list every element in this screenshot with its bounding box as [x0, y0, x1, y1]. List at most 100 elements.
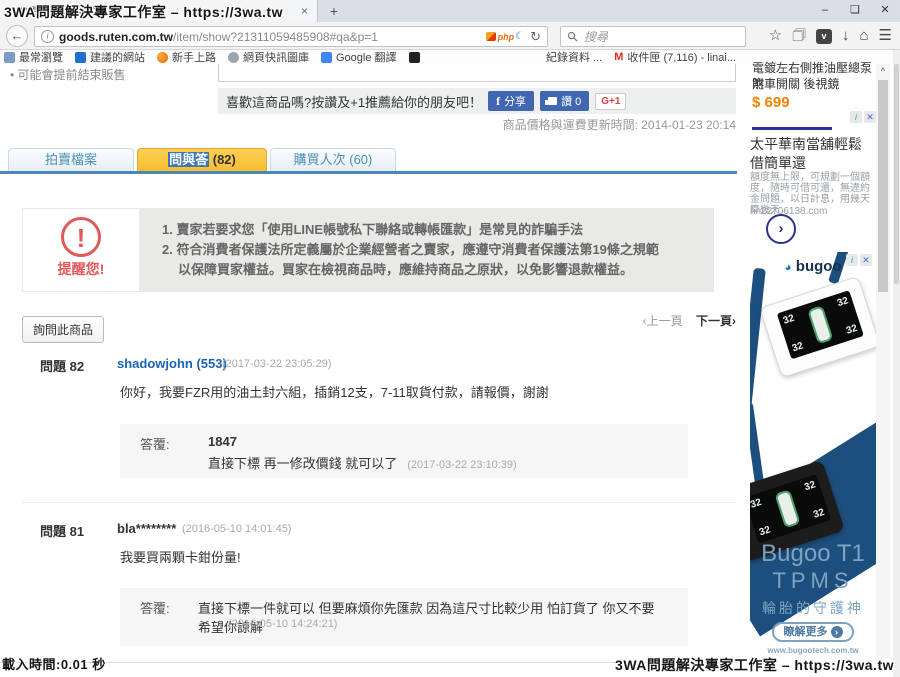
menu-icon[interactable]: ☰ [879, 25, 892, 47]
extension-icon [486, 32, 496, 41]
bookmark-label: 收件匣 (7,116) - linai... [627, 49, 736, 65]
new-tab-button[interactable]: + [322, 2, 346, 20]
tpms-screen: 32 32 32 32 [777, 290, 864, 359]
maximize-button[interactable]: ❏ [840, 0, 870, 22]
answer-timestamp: (2017-03-22 23:10:39) [407, 459, 516, 471]
ad-close-icon[interactable]: ✕ [864, 111, 876, 123]
question-user: bla******** [117, 521, 176, 536]
answer-line-1: 直接下標一件就可以 但要麻煩你先匯款 因為這尺寸比較少用 怕訂貨了 你又不要 希… [198, 598, 668, 636]
facebook-share-button[interactable]: f分享 [488, 91, 534, 111]
close-button[interactable]: ✕ [870, 0, 900, 22]
ad-info-icon[interactable]: i [846, 254, 858, 266]
translate-icon [321, 52, 332, 63]
back-button[interactable]: ← [6, 25, 28, 47]
answer-text: 直接下標 再一修改價錢 就可以了 [208, 456, 397, 471]
learn-more-button[interactable]: 瞭解更多 › [772, 622, 854, 642]
scrollbar-thumb[interactable] [878, 80, 888, 292]
bookmark-item[interactable]: 網頁快訊圖庫 [228, 49, 309, 65]
scrollbar-thumb[interactable] [894, 64, 899, 284]
bookmark-item[interactable] [409, 52, 424, 63]
minimize-button[interactable]: – [810, 0, 840, 22]
globe-icon [228, 52, 239, 63]
tab-qa[interactable]: 問與答 (82) [137, 148, 267, 171]
tab-qa-highlight: 問與答 [168, 152, 209, 167]
bugoo-logo-icon: ◕ [784, 260, 791, 274]
warning-title: 提醒您! [23, 259, 139, 279]
bookmark-favicon [409, 52, 420, 63]
downloads-icon[interactable]: ↓ [842, 25, 850, 47]
page-content: • 可能會提前結束販售 喜歡這商品嗎?按讚及+1推薦給你的朋友吧！ f分享 讚 … [0, 64, 900, 677]
scroll-up-icon[interactable]: ^ [876, 66, 890, 76]
facebook-like-button[interactable]: 讚 0 [540, 91, 589, 111]
tab-qa-count: (82) [209, 152, 236, 167]
watermark-top: 3WA問題解決專家工作室 – https://3wa.tw [4, 2, 283, 22]
bugoo-product-type: TPMS [750, 568, 876, 594]
bookmark-item[interactable]: 建議的網站 [75, 49, 145, 65]
prev-page-link[interactable]: ‹上一頁 [643, 314, 683, 328]
window-controls: – ❏ ✕ [810, 0, 900, 22]
question-user-link[interactable]: shadowjohn (553) [117, 356, 227, 371]
tpms-screen: 32 32 32 32 [750, 474, 831, 543]
bookmark-item-gmail[interactable]: M 收件匣 (7,116) - linai... [614, 49, 736, 65]
tire-pressure-value: 32 [758, 524, 772, 538]
answer-label: 答覆: [140, 598, 170, 617]
social-share-bar: 喜歡這商品嗎?按讚及+1推薦給你的朋友吧！ f分享 讚 0 G+1 [218, 88, 736, 114]
bugoo-ad-banner[interactable]: ◕ bugoo i ✕ 32 32 32 32 32 32 32 [750, 252, 876, 658]
site-info-icon[interactable]: i [41, 30, 54, 43]
tab-close-icon[interactable]: × [298, 4, 311, 18]
url-bar[interactable]: i goods.ruten.com.tw /item/show?21311059… [34, 26, 548, 47]
tab-buyers[interactable]: 購買人次 (60) [270, 148, 396, 171]
bookmark-item[interactable]: 新手上路 [157, 49, 216, 65]
bugoo-product-name: Bugoo T1 [750, 540, 876, 568]
warning-line-1: 1. 賣家若要求您「使用LINE帳號私下聯絡或轉帳匯款」是常見的詐騙手法 [162, 220, 702, 240]
bookmark-item[interactable]: 最常瀏覽 [4, 49, 63, 65]
car-graphic [807, 305, 833, 344]
ad-title[interactable]: 太平華南當舖輕鬆借簡單還 [750, 135, 872, 173]
watermark-bottom: 3WA問題解決專家工作室 – https://3wa.tw [615, 655, 894, 675]
warning-icon-panel: ! 提醒您! [23, 209, 139, 291]
like-label: 讚 0 [561, 93, 581, 109]
search-icon [567, 31, 578, 42]
tire-pressure-value: 32 [812, 507, 826, 521]
ad-close-icon[interactable]: ✕ [860, 254, 872, 266]
reload-icon[interactable]: ↻ [530, 29, 541, 45]
ad-arrow-button[interactable]: › [766, 214, 796, 244]
extension-badge[interactable]: php ☾ [486, 31, 524, 42]
bookmark-item[interactable]: Google 翻譯 [321, 49, 397, 65]
tire-pressure-value: 32 [836, 295, 850, 309]
search-bar[interactable]: 搜尋 [560, 26, 746, 47]
library-icon[interactable]: 🗇 [792, 25, 806, 47]
next-page-link[interactable]: 下一頁› [696, 314, 736, 328]
bugoo-brand: bugoo [796, 258, 842, 275]
ad-frame-scrollbar[interactable]: ^ [876, 64, 890, 658]
bookmark-item-history[interactable]: 紀錄資料 ... [546, 49, 602, 65]
bookmark-label: 建議的網站 [90, 49, 145, 65]
tab-auction-profile[interactable]: 拍賣檔案 [8, 148, 134, 171]
bookmark-label: 新手上路 [172, 49, 216, 65]
car-graphic [774, 489, 800, 528]
window-scrollbar[interactable] [893, 50, 900, 677]
answer-line-2: 直接下標 再一修改價錢 就可以了 (2017-03-22 23:10:39) [208, 453, 517, 472]
chevron-right-icon: › [831, 626, 843, 638]
bookmark-favicon [4, 52, 15, 63]
gmail-icon: M [614, 51, 623, 63]
tire-pressure-value: 32 [782, 313, 796, 327]
question-label: 問題 82 [40, 356, 84, 375]
learn-more-label: 瞭解更多 [783, 626, 827, 638]
brush-stroke [750, 268, 766, 418]
warning-box: ! 提醒您! 1. 賣家若要求您「使用LINE帳號私下聯絡或轉帳匯款」是常見的詐… [22, 208, 714, 292]
pocket-icon[interactable]: v [816, 29, 832, 44]
answer-label: 答覆: [140, 434, 170, 453]
ad-info-icon[interactable]: i [850, 111, 862, 123]
bookmark-star-icon[interactable]: ☆ [769, 25, 782, 47]
navigation-toolbar: ← i goods.ruten.com.tw /item/show?213110… [0, 22, 900, 50]
url-path: /item/show?21311059485908#qa&p=1 [173, 30, 486, 44]
notice-list-item: • 可能會提前結束販售 [10, 66, 126, 83]
ad-text-line[interactable]: 煞車開關 後視鏡 [752, 76, 876, 92]
home-icon[interactable]: ⌂ [859, 25, 868, 47]
tire-pressure-value: 32 [845, 323, 859, 337]
google-plus-button[interactable]: G+1 [595, 93, 626, 110]
item-tabs: 拍賣檔案 問與答 (82) 購買人次 (60) [8, 148, 396, 171]
facebook-icon: f [496, 94, 500, 109]
ask-question-button[interactable]: 詢問此商品 [22, 316, 104, 343]
